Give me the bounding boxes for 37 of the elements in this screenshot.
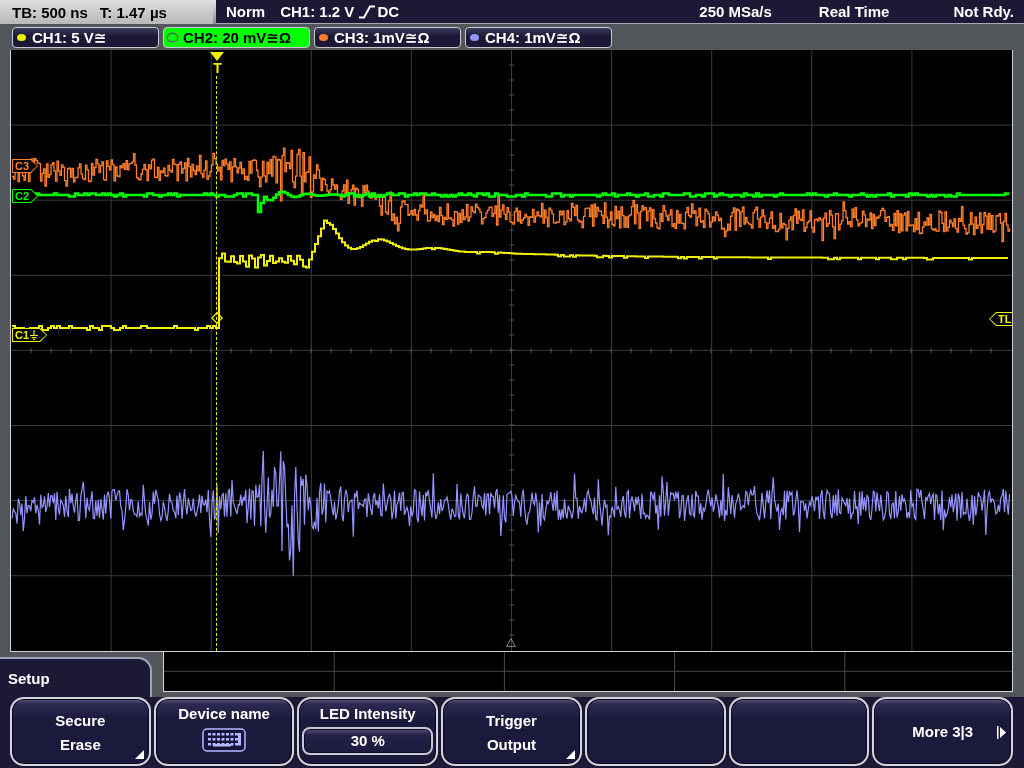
channel-marker[interactable]: C1 [12,328,48,342]
acquisition-mode-label: Real Time [818,3,890,20]
rising-edge-icon [359,4,376,19]
channel-marker[interactable]: C3 [12,159,39,173]
next-page-icon [997,726,1007,739]
softkey-button[interactable] [584,697,726,766]
channel-tab[interactable]: CH1: 5 V≅ [12,27,159,48]
marker-label: TL [998,313,1012,325]
marker-label: C1 [15,329,30,341]
status-label: Not Rdy. [953,3,1014,20]
timebase-readout: TB: 500 ns [12,3,88,21]
channel-marker[interactable]: C2 [12,189,39,203]
channel-tab[interactable]: CH3: 1mV≅Ω [314,27,461,48]
channel-tab[interactable]: CH4: 1mV≅Ω [465,27,612,48]
softkey-button[interactable]: Device name [153,697,295,766]
trigger-coupling-label: DC [377,3,400,20]
trigger-source-label: CH1: 1.2 V [280,3,355,20]
softkey-button[interactable]: Trigger Output [441,697,582,766]
channel-tab[interactable]: CH2: 20 mV≅Ω [163,27,310,48]
keyboard-icon [202,728,247,752]
marker-label: C3 [15,160,30,172]
sample-rate-label: 250 MSa/s [699,3,772,20]
value-display: 30 % [302,727,434,755]
trigger-time-readout: T: 1.47 µs [99,3,167,21]
marker-label: C2 [15,190,30,202]
softkey-button[interactable] [728,697,870,766]
submenu-corner-icon [565,750,575,759]
diamond-icon [211,312,223,324]
trigger-mode-label: Norm [226,3,266,20]
trigger-level-marker[interactable]: TL [989,312,1012,326]
ground-icon [30,330,39,340]
softkey-button[interactable]: LED Intensity 30 % [297,697,439,766]
menu-title-tab[interactable]: Setup [0,657,152,697]
softkey-button[interactable]: Secure Erase [10,697,151,766]
softkey-button[interactable]: More 3|3 [872,697,1014,766]
submenu-corner-icon [134,750,144,759]
triangle-icon [506,638,516,647]
